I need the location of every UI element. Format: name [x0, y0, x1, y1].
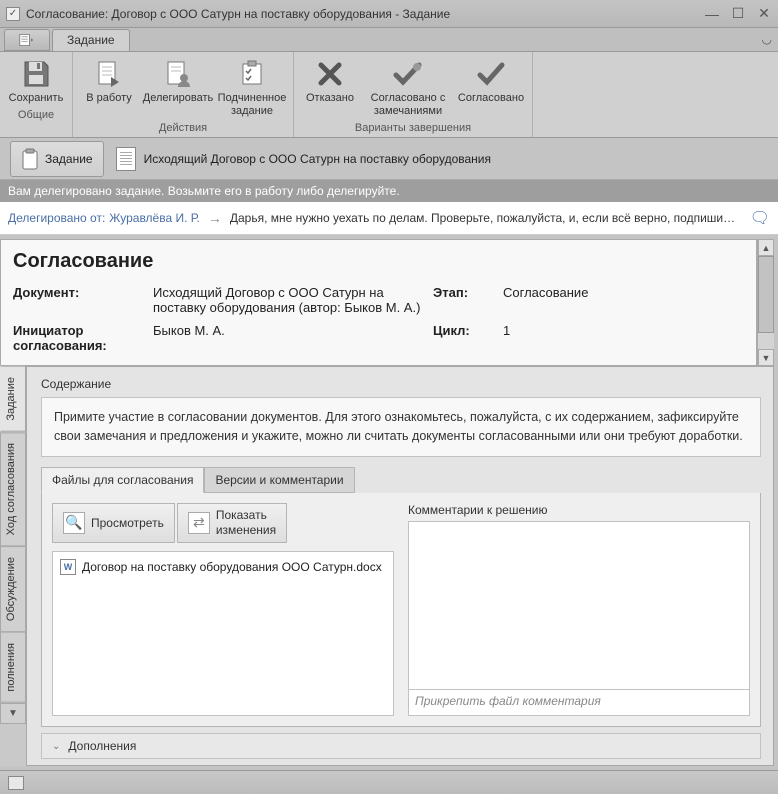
stage-label: Этап:: [433, 283, 503, 321]
document-person-icon: [162, 58, 194, 90]
ribbon-collapse-icon[interactable]: ◡: [762, 32, 772, 46]
cross-icon: [314, 58, 346, 90]
attach-file-field[interactable]: Прикрепить файл комментария: [408, 690, 750, 716]
comments-textarea[interactable]: [408, 521, 750, 690]
status-icon[interactable]: [8, 776, 24, 790]
view-button[interactable]: 🔍 Просмотреть: [52, 503, 175, 543]
subtab-files[interactable]: Файлы для согласования: [41, 467, 204, 493]
check-icon: [475, 58, 507, 90]
titlebar-check-icon: ✓: [6, 7, 20, 21]
initiator-label: Инициатор согласования:: [13, 321, 153, 359]
delegation-row: Делегировано от: Журавлёва И. Р. → Дарья…: [0, 202, 778, 235]
ribbon-tabs: Задание ◡: [0, 28, 778, 52]
check-note-icon: [392, 58, 424, 90]
group-title-common: Общие: [4, 107, 68, 124]
instruction-text: Примите участие в согласовании документо…: [41, 397, 761, 457]
word-file-icon: W: [60, 559, 76, 575]
card-scrollbar[interactable]: ▲ ▼: [757, 239, 774, 366]
scroll-up-icon[interactable]: ▲: [758, 239, 774, 256]
file-menu-button[interactable]: [4, 29, 50, 51]
info-strip: Вам делегировано задание. Возьмите его в…: [0, 180, 778, 202]
sidetab-task[interactable]: Задание: [0, 366, 26, 432]
lower-panel: Задание Ход согласования Обсуждение полн…: [0, 366, 774, 766]
ribbon-tab-task[interactable]: Задание: [52, 29, 130, 51]
close-button[interactable]: ✕: [756, 6, 772, 22]
checklist-icon: [236, 58, 268, 90]
subtask-button[interactable]: Подчиненное задание: [215, 54, 289, 120]
app-window: ✓ Согласование: Договор с ООО Сатурн на …: [0, 0, 778, 794]
ribbon-group-completion: Отказано Согласовано с замечаниями Согла…: [294, 52, 533, 137]
refused-button[interactable]: Отказано: [298, 54, 362, 120]
maximize-button[interactable]: ☐: [730, 6, 746, 22]
content-title: Содержание: [41, 377, 761, 391]
document-play-icon: [93, 58, 125, 90]
document-value: Исходящий Договор с ООО Сатурн на постав…: [153, 283, 433, 321]
file-row[interactable]: W Договор на поставку оборудования ООО С…: [57, 556, 389, 578]
document-tab[interactable]: Исходящий Договор с ООО Сатурн на постав…: [116, 147, 491, 171]
cycle-label: Цикл:: [433, 321, 503, 359]
delegation-message: Дарья, мне нужно уехать по делам. Провер…: [230, 211, 740, 225]
ribbon-group-common: Сохранить Общие: [0, 52, 73, 137]
sidetab-discuss[interactable]: Обсуждение: [0, 546, 26, 632]
ribbon: Сохранить Общие В работу Делегировать: [0, 52, 778, 138]
side-tabs: Задание Ход согласования Обсуждение полн…: [0, 366, 26, 766]
chevron-down-icon: ⌄: [52, 741, 60, 752]
minimize-button[interactable]: —: [704, 6, 720, 22]
content-area: Согласование Документ: Исходящий Договор…: [0, 235, 778, 770]
approved-remarks-button[interactable]: Согласовано с замечаниями: [362, 54, 454, 120]
group-title-actions: Действия: [77, 120, 289, 137]
document-label: Документ:: [13, 283, 153, 321]
magnifier-icon: 🔍: [63, 512, 85, 534]
comment-icon[interactable]: 🗨: [750, 208, 770, 228]
task-tab-button[interactable]: Задание: [10, 141, 104, 177]
compare-icon: ⇄: [188, 512, 210, 534]
show-changes-button[interactable]: ⇄ Показатьизменения: [177, 503, 287, 543]
doc-tabbar: Задание Исходящий Договор с ООО Сатурн н…: [0, 138, 778, 180]
card-title: Согласование: [13, 250, 744, 273]
subtabs: Файлы для согласования Версии и коммента…: [41, 467, 761, 493]
group-title-completion: Варианты завершения: [298, 120, 528, 137]
additions-expander[interactable]: ⌄ Дополнения: [41, 733, 761, 759]
sidetab-expand-icon[interactable]: ▼: [0, 703, 26, 724]
clipboard-icon: [21, 148, 39, 170]
delegation-label: Делегировано от:: [8, 211, 105, 225]
scroll-down-icon[interactable]: ▼: [758, 349, 774, 366]
titlebar: ✓ Согласование: Договор с ООО Сатурн на …: [0, 0, 778, 28]
cycle-value: 1: [503, 321, 744, 359]
comments-label: Комментарии к решению: [408, 503, 750, 517]
sidetab-flow[interactable]: Ход согласования: [0, 432, 26, 546]
sidetab-extra[interactable]: полнения: [0, 632, 26, 703]
initiator-value: Быков М. А.: [153, 321, 433, 359]
window-title: Согласование: Договор с ООО Сатурн на по…: [26, 7, 704, 21]
ribbon-group-actions: В работу Делегировать Подчиненное задани…: [73, 52, 294, 137]
document-icon: [116, 147, 136, 171]
save-button[interactable]: Сохранить: [4, 54, 68, 107]
approved-button[interactable]: Согласовано: [454, 54, 528, 120]
stage-value: Согласование: [503, 283, 744, 321]
approval-card: Согласование Документ: Исходящий Договор…: [0, 239, 757, 366]
arrow-right-icon: →: [208, 210, 222, 226]
lower-main: Содержание Примите участие в согласовани…: [26, 366, 774, 766]
floppy-icon: [20, 58, 52, 90]
file-list: W Договор на поставку оборудования ООО С…: [52, 551, 394, 716]
to-work-button[interactable]: В работу: [77, 54, 141, 120]
subpanel: 🔍 Просмотреть ⇄ Показатьизменения: [41, 493, 761, 727]
subtab-versions[interactable]: Версии и комментарии: [204, 467, 354, 493]
delegation-name[interactable]: Журавлёва И. Р.: [109, 211, 200, 225]
statusbar: [0, 770, 778, 794]
delegate-button[interactable]: Делегировать: [141, 54, 215, 120]
